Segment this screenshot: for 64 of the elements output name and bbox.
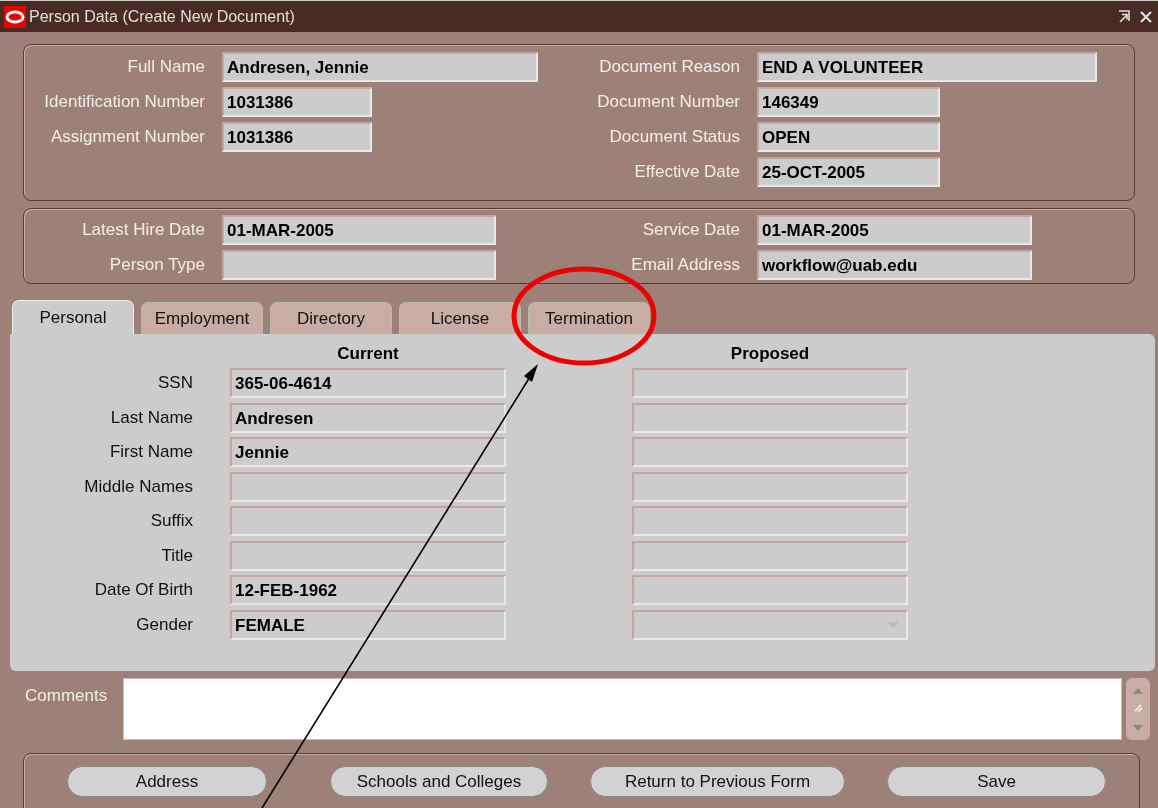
text-field[interactable]	[632, 437, 908, 467]
action-button[interactable]: Schools and Colleges	[330, 766, 548, 797]
text-field[interactable]: workflow@uab.edu	[757, 250, 1032, 280]
text-field[interactable]: Andresen, Jennie	[222, 52, 538, 82]
field-label: Document Status	[608, 127, 740, 147]
tab[interactable]: License	[399, 302, 521, 334]
text-field[interactable]: 01-MAR-2005	[222, 215, 496, 245]
field-label: Suffix	[149, 511, 193, 531]
window-title: Person Data (Create New Document)	[29, 7, 295, 26]
field-label: Identification Number	[43, 92, 205, 112]
text-field[interactable]: FEMALE	[230, 609, 506, 640]
column-header: Proposed	[729, 344, 811, 364]
field-label: Effective Date	[633, 162, 740, 182]
text-field[interactable]: 365-06-4614	[230, 368, 506, 398]
field-label: Document Reason	[598, 57, 740, 77]
logo-icon	[4, 5, 26, 28]
field-label: Service Date	[641, 220, 740, 240]
action-button[interactable]: Return to Previous Form	[590, 766, 845, 797]
tab[interactable]: Termination	[528, 302, 650, 334]
maximize-icon[interactable]	[1117, 8, 1133, 25]
text-field[interactable]	[222, 250, 496, 280]
field-label: First Name	[108, 442, 193, 462]
text-field[interactable]	[632, 540, 908, 571]
text-field[interactable]: 146349	[757, 87, 940, 117]
field-label: Gender	[135, 614, 193, 635]
field-label: SSN	[157, 373, 193, 393]
text-field[interactable]: OPEN	[757, 122, 940, 152]
scroll-bar[interactable]	[1126, 678, 1150, 740]
field-label: Comments	[24, 685, 109, 707]
action-button[interactable]: Address	[67, 766, 267, 797]
text-field[interactable]: 25-OCT-2005	[757, 157, 940, 187]
text-field[interactable]	[632, 402, 908, 433]
text-field[interactable]: Jennie	[230, 437, 506, 467]
text-field[interactable]: 12-FEB-1962	[230, 575, 506, 605]
text-field[interactable]	[230, 471, 506, 502]
tab[interactable]: Directory	[270, 302, 392, 334]
field-label: Last Name	[109, 407, 193, 428]
text-field[interactable]: 01-MAR-2005	[757, 215, 1032, 245]
text-field[interactable]	[230, 540, 506, 571]
dropdown[interactable]	[632, 609, 908, 640]
text-field[interactable]	[632, 471, 908, 502]
action-button[interactable]: Save	[887, 766, 1106, 797]
text-field[interactable]: END A VOLUNTEER	[757, 52, 1097, 82]
tab[interactable]: Employment	[141, 302, 263, 334]
text-field[interactable]: 1031386	[222, 122, 372, 152]
field-label: Title	[160, 545, 193, 566]
field-label: Document Number	[596, 92, 740, 112]
field-label: Person Type	[108, 255, 205, 275]
field-label: Email Address	[630, 255, 740, 275]
tab[interactable]: Personal	[12, 300, 134, 334]
text-field[interactable]	[632, 506, 908, 536]
close-icon[interactable]	[1138, 8, 1154, 25]
text-field[interactable]	[632, 575, 908, 605]
text-field[interactable]	[632, 368, 908, 398]
field-label: Date Of Birth	[93, 580, 193, 600]
field-label: Middle Names	[83, 476, 193, 497]
field-label: Full Name	[126, 57, 205, 77]
text-field[interactable]: 1031386	[222, 87, 372, 117]
field-label: Latest Hire Date	[81, 220, 205, 240]
text-field[interactable]	[230, 506, 506, 536]
text-field[interactable]: Andresen	[230, 402, 506, 433]
field-label: Assignment Number	[50, 127, 205, 147]
column-header: Current	[336, 344, 400, 364]
comments-field[interactable]	[123, 678, 1122, 740]
